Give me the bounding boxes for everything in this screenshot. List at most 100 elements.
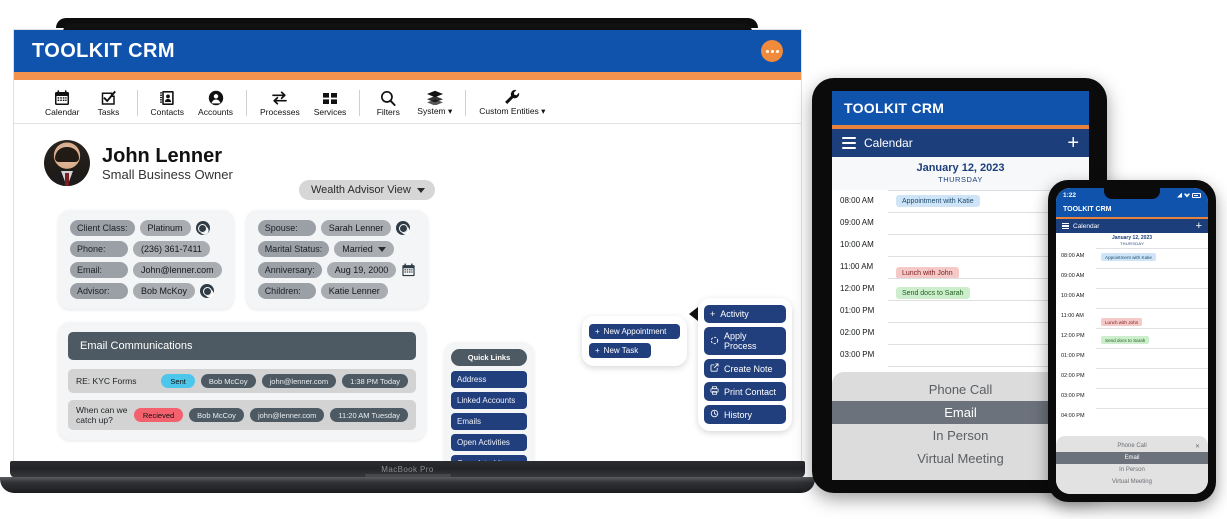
contact-actions-panel: + Activity Apply Process Create Note Pri… <box>689 298 792 431</box>
field-value[interactable]: Platinum <box>139 220 191 236</box>
email-subject: When can we catch up? <box>76 405 128 425</box>
calendar-event[interactable]: Send docs to Sarah <box>896 287 970 299</box>
calendar-icon[interactable] <box>401 263 416 277</box>
calendar-time-label: 09:00 AM <box>840 218 874 227</box>
phone-action-sheet: Phone Call ✕ Email In Person Virtual Mee… <box>1056 436 1208 494</box>
new-appointment-button[interactable]: + New Appointment <box>589 324 680 339</box>
search-icon[interactable] <box>195 221 210 235</box>
calendar-event[interactable]: Appointment with Katie <box>896 195 980 207</box>
close-icon[interactable]: ✕ <box>1195 443 1200 450</box>
phone-calendar-grid: 08:00 AM Appointment with Katie 09:00 AM… <box>1056 248 1208 428</box>
toolbar-label: Calendar <box>45 106 80 117</box>
calendar-slot[interactable]: Send docs to Sarah <box>1096 328 1208 348</box>
calendar-slot[interactable]: Appointment with Katie <box>1096 248 1208 268</box>
tablet-navbar: Calendar + <box>832 129 1089 157</box>
panel-collapse-arrow-icon[interactable] <box>689 307 698 321</box>
calendar-slot[interactable]: Lunch with John <box>1096 308 1208 328</box>
calendar-time-label: 12:00 PM <box>1061 333 1085 339</box>
plus-icon: + <box>595 346 600 355</box>
history-button[interactable]: History <box>704 405 786 424</box>
three-dots-icon[interactable] <box>761 40 783 62</box>
action-sheet-option-phone-call[interactable]: Phone Call ✕ <box>1056 440 1208 452</box>
table-row[interactable]: When can we catch up? Recieved Bob McCoy… <box>68 400 416 430</box>
calendar-slot[interactable] <box>1096 388 1208 408</box>
app-title: TOOLKIT CRM <box>32 39 175 62</box>
page-title: John Lenner <box>102 144 223 167</box>
hamburger-icon[interactable] <box>1062 222 1069 230</box>
toolbar-label: Services <box>313 106 347 117</box>
history-label: History <box>724 409 753 420</box>
toolbar-item-system[interactable]: System ▾ <box>410 88 459 117</box>
phone-date-bar: January 12, 2023 THURSDAY <box>1056 233 1208 248</box>
hamburger-icon[interactable] <box>842 136 856 150</box>
toolbar-item-processes[interactable]: Processes <box>253 89 307 117</box>
calendar-time-label: 03:00 PM <box>840 350 875 359</box>
action-sheet-option-in-person[interactable]: In Person <box>1056 464 1208 476</box>
field-value[interactable]: (236) 361-7411 <box>133 241 210 257</box>
calendar-slot[interactable] <box>1096 348 1208 368</box>
checkbox-check-icon <box>101 89 117 106</box>
quick-link-emails[interactable]: Emails <box>451 413 527 430</box>
phone-app-title: TOOLKIT CRM <box>1063 206 1112 213</box>
calendar-slot[interactable] <box>1096 288 1208 308</box>
phone-device: 1:22 TOOLKIT CRM Calendar + January 12, … <box>1048 180 1216 502</box>
field-value-dropdown[interactable]: Married <box>334 241 394 257</box>
action-sheet-option-email[interactable]: Email <box>1056 452 1208 464</box>
field-value[interactable]: Bob McKoy <box>133 283 196 299</box>
main-toolbar: Calendar Tasks Contacts Accounts Process… <box>14 80 801 124</box>
toolbar-item-accounts[interactable]: Accounts <box>191 89 240 117</box>
printer-icon <box>710 386 719 397</box>
calendar-event[interactable]: Appointment with Katie <box>1101 253 1156 261</box>
calendar-row: 08:00 AM Appointment with Katie <box>1056 248 1208 268</box>
avatar <box>44 140 90 186</box>
search-icon[interactable] <box>200 284 215 298</box>
plus-icon[interactable]: + <box>1067 133 1079 153</box>
print-contact-button[interactable]: Print Contact <box>704 382 786 401</box>
chevron-down-icon <box>416 187 425 193</box>
field-label: Email: <box>70 262 128 278</box>
search-icon[interactable] <box>396 221 411 235</box>
field-value[interactable]: John@lenner.com <box>133 262 222 278</box>
add-activity-button[interactable]: + Activity <box>704 305 786 323</box>
action-sheet-option-virtual-meeting[interactable]: Virtual Meeting <box>1056 476 1208 488</box>
calendar-event[interactable]: Send docs to Sarah <box>1101 336 1150 344</box>
view-selector-dropdown[interactable]: Wealth Advisor View <box>299 180 435 200</box>
calendar-slot[interactable] <box>1096 368 1208 388</box>
calendar-event[interactable]: Lunch with John <box>1101 318 1143 326</box>
wrench-icon <box>504 88 520 105</box>
quick-link-linked-accounts[interactable]: Linked Accounts <box>451 392 527 409</box>
field-label: Client Class: <box>70 220 135 236</box>
field-label: Advisor: <box>70 283 128 299</box>
tablet-app-title: TOOLKIT CRM <box>844 100 945 116</box>
toolbar-item-custom-entities[interactable]: Custom Entities ▾ <box>472 88 552 117</box>
profile-role: Small Business Owner <box>102 166 233 182</box>
quick-link-open-activities[interactable]: Open Activities <box>451 434 527 451</box>
field-value[interactable]: Katie Lenner <box>320 283 388 299</box>
field-value[interactable]: Sarah Lenner <box>320 220 392 236</box>
apply-process-button[interactable]: Apply Process <box>704 327 786 355</box>
status-icons <box>1177 192 1201 198</box>
laptop-foot <box>0 477 815 493</box>
toolbar-item-services[interactable]: Services <box>307 89 354 117</box>
field-value[interactable]: Aug 19, 2000 <box>326 262 397 278</box>
toolbar-divider <box>246 89 248 116</box>
quick-link-address[interactable]: Address <box>451 371 527 388</box>
toolbar-item-filters[interactable]: Filters <box>366 89 410 117</box>
calendar-slot[interactable] <box>1096 408 1208 428</box>
toolbar-item-tasks[interactable]: Tasks <box>87 89 131 117</box>
calendar-time-label: 10:00 AM <box>840 240 874 249</box>
layers-icon <box>426 88 444 105</box>
create-note-button[interactable]: Create Note <box>704 359 786 378</box>
toolbar-item-contacts[interactable]: Contacts <box>144 89 192 117</box>
calendar-slot[interactable] <box>1096 268 1208 288</box>
phone-navbar: Calendar + <box>1056 219 1208 233</box>
new-task-button[interactable]: + New Task <box>589 343 651 358</box>
field-row: Email: John@lenner.com <box>70 262 222 278</box>
field-value-text: Married <box>342 244 373 254</box>
calendar-time-label: 11:00 AM <box>1061 313 1084 319</box>
calendar-time-label: 12:00 PM <box>840 284 875 293</box>
toolbar-label: Processes <box>260 106 300 117</box>
plus-icon[interactable]: + <box>1196 220 1202 232</box>
table-row[interactable]: RE: KYC Forms Sent Bob McCoy john@lenner… <box>68 369 416 393</box>
toolbar-item-calendar[interactable]: Calendar <box>38 89 87 117</box>
